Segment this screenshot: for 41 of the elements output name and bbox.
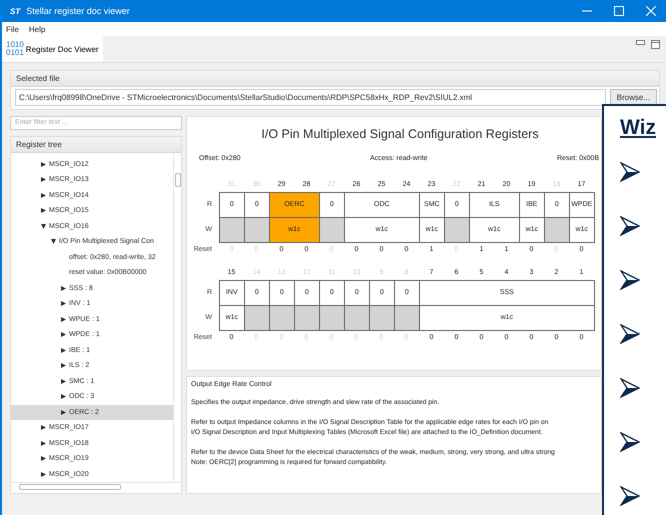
app-logo: ST <box>10 6 20 16</box>
arrow-bullet-icon <box>620 432 640 452</box>
menu-item[interactable]: Help <box>28 24 46 34</box>
triangle-right-icon[interactable] <box>41 208 46 214</box>
triangle-down-icon[interactable] <box>51 239 56 244</box>
file-path-field[interactable]: C:\Users\frq08998\OneDrive - STMicroelectronics\Documents\StellarStudio\Documents\RDP\SPC58xHx_RDP_Rev2\SIUL2.xml <box>15 89 606 106</box>
triangle-right-icon[interactable] <box>41 192 46 198</box>
triangle-right-icon[interactable] <box>61 378 66 384</box>
arrow-bullet-icon <box>620 216 640 236</box>
triangle-right-icon[interactable] <box>41 440 46 446</box>
window-title: Stellar register doc viewer <box>26 6 130 16</box>
close-icon[interactable] <box>646 6 656 16</box>
binary-icon: 1010 0101 <box>6 41 24 57</box>
panel-header: Selected file <box>11 71 659 87</box>
triangle-right-icon[interactable] <box>41 425 46 430</box>
menu-item[interactable]: File <box>6 24 19 34</box>
triangle-right-icon[interactable] <box>61 410 66 415</box>
slide-title: Wiz <box>620 116 656 140</box>
triangle-right-icon[interactable] <box>41 472 46 477</box>
arrow-bullet-icon <box>620 486 640 506</box>
triangle-right-icon[interactable] <box>61 301 66 306</box>
triangle-right-icon[interactable] <box>61 348 66 353</box>
triangle-down-icon[interactable] <box>41 224 46 229</box>
triangle-right-icon[interactable] <box>61 332 66 338</box>
triangle-right-icon[interactable] <box>61 394 66 400</box>
arrow-bullet-icon <box>620 378 640 398</box>
triangle-right-icon[interactable] <box>41 177 46 182</box>
horizontal-scrollbar[interactable] <box>11 482 181 491</box>
vertical-scrollbar[interactable] <box>173 152 181 482</box>
arrow-bullet-icon <box>620 270 640 290</box>
register-title: I/O Pin Multiplexed Signal Configuration Registers <box>260 126 540 143</box>
triangle-right-icon[interactable] <box>61 363 66 368</box>
minimize-icon[interactable] <box>636 40 645 45</box>
triangle-right-icon[interactable] <box>61 316 66 322</box>
arrow-bullet-icon <box>620 162 640 182</box>
triangle-right-icon[interactable] <box>61 286 66 291</box>
triangle-right-icon[interactable] <box>41 162 46 167</box>
arrow-bullet-icon <box>620 324 640 344</box>
panel-header: Register tree <box>11 136 181 152</box>
maximize-icon[interactable] <box>651 40 660 49</box>
triangle-right-icon[interactable] <box>41 456 46 462</box>
